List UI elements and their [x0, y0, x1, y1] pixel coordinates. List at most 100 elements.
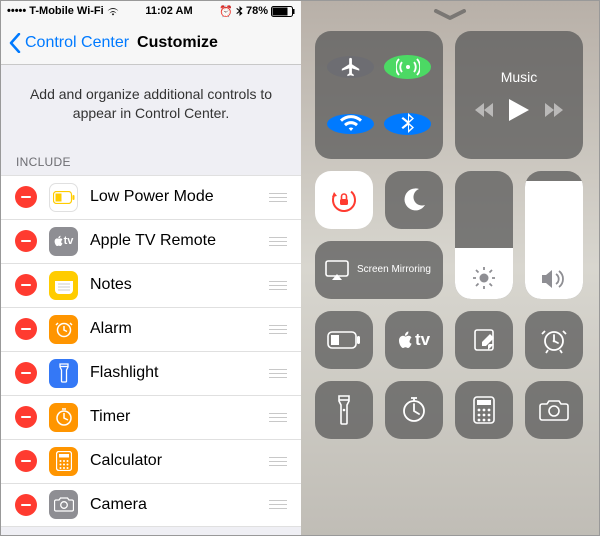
control-row: Calculator — [1, 439, 301, 483]
orientation-lock-icon — [329, 185, 359, 215]
wifi-toggle[interactable] — [327, 114, 374, 134]
low-power-button[interactable] — [315, 311, 373, 369]
flashlight-icon — [49, 359, 78, 388]
alarm-button[interactable] — [525, 311, 583, 369]
camera-icon — [49, 490, 78, 519]
mirroring-icon — [325, 260, 349, 280]
calculator-button[interactable] — [455, 381, 513, 439]
notes-icon — [472, 328, 496, 352]
low-power-icon — [327, 331, 361, 349]
notes-button[interactable] — [455, 311, 513, 369]
remove-button[interactable] — [15, 186, 37, 208]
reorder-handle[interactable] — [267, 230, 289, 252]
remove-button[interactable] — [15, 450, 37, 472]
timer-button[interactable] — [385, 381, 443, 439]
tv-remote-icon: tv — [49, 227, 78, 256]
description: Add and organize additional controls to … — [1, 65, 301, 149]
airplane-toggle[interactable] — [327, 56, 374, 78]
control-label: Alarm — [90, 320, 267, 338]
next-icon[interactable] — [545, 103, 563, 117]
airplane-icon — [340, 56, 362, 78]
carrier: T-Mobile Wi-Fi — [29, 5, 103, 17]
reorder-handle[interactable] — [267, 406, 289, 428]
connectivity-tile[interactable] — [315, 31, 443, 159]
play-icon[interactable] — [509, 99, 529, 121]
orientation-lock-button[interactable] — [315, 171, 373, 229]
moon-icon — [401, 187, 427, 213]
reorder-handle[interactable] — [267, 494, 289, 516]
settings-screen: ••••• T-Mobile Wi-Fi 11:02 AM ⏰ 78% Cont… — [1, 1, 301, 535]
camera-button[interactable] — [525, 381, 583, 439]
cellular-icon — [396, 55, 420, 79]
include-list: Low Power Mode tv Apple TV Remote Notes Alar… — [1, 175, 301, 527]
control-label: Camera — [90, 496, 267, 514]
reorder-handle[interactable] — [267, 362, 289, 384]
reorder-handle[interactable] — [267, 186, 289, 208]
flashlight-button[interactable] — [315, 381, 373, 439]
reorder-handle[interactable] — [267, 450, 289, 472]
control-row: Alarm — [1, 307, 301, 351]
control-label: Notes — [90, 276, 267, 294]
alarm-icon: ⏰ — [219, 5, 233, 18]
control-row: tv Apple TV Remote — [1, 219, 301, 263]
camera-icon — [539, 399, 569, 421]
status-bar: ••••• T-Mobile Wi-Fi 11:02 AM ⏰ 78% — [1, 1, 301, 21]
volume-slider[interactable] — [525, 171, 583, 299]
timer-icon — [400, 396, 428, 424]
appletv-icon: tv — [398, 330, 430, 350]
remove-button[interactable] — [15, 274, 37, 296]
control-row: Notes — [1, 263, 301, 307]
nav-bar: Control Center Customize — [1, 21, 301, 65]
tv-remote-button[interactable]: tv — [385, 311, 443, 369]
remove-button[interactable] — [15, 494, 37, 516]
cellular-toggle[interactable] — [384, 55, 431, 79]
remove-button[interactable] — [15, 318, 37, 340]
control-label: Timer — [90, 408, 267, 426]
bluetooth-toggle[interactable] — [384, 113, 431, 135]
remove-button[interactable] — [15, 230, 37, 252]
signal-icon: ••••• — [7, 5, 26, 17]
remove-button[interactable] — [15, 362, 37, 384]
music-tile[interactable]: Music — [455, 31, 583, 159]
volume-icon — [542, 269, 566, 289]
alarm-icon — [49, 315, 78, 344]
control-row: Low Power Mode — [1, 175, 301, 219]
reorder-handle[interactable] — [267, 274, 289, 296]
reorder-handle[interactable] — [267, 318, 289, 340]
music-label: Music — [501, 69, 538, 85]
timer-icon — [49, 403, 78, 432]
control-center-screen: Music S — [301, 1, 599, 535]
low-power-icon — [49, 183, 78, 212]
page-title: Customize — [137, 34, 218, 52]
back-button[interactable]: Control Center — [9, 33, 129, 53]
mirroring-label: Screen Mirroring — [357, 264, 431, 276]
battery-icon — [271, 6, 295, 17]
battery-pct: 78% — [246, 5, 268, 17]
notes-icon — [49, 271, 78, 300]
chevron-down-icon[interactable] — [432, 9, 468, 21]
control-label: Low Power Mode — [90, 188, 267, 206]
shortcut-grid: tv — [315, 311, 585, 439]
clock: 11:02 AM — [145, 5, 192, 17]
remove-button[interactable] — [15, 406, 37, 428]
control-row: Flashlight — [1, 351, 301, 395]
include-header: INCLUDE — [1, 149, 301, 175]
brightness-slider[interactable] — [455, 171, 513, 299]
alarm-icon — [540, 326, 568, 354]
control-row: Timer — [1, 395, 301, 439]
control-label: Flashlight — [90, 364, 267, 382]
control-label: Apple TV Remote — [90, 232, 267, 250]
prev-icon[interactable] — [475, 103, 493, 117]
control-row: Camera — [1, 483, 301, 527]
bluetooth-icon — [401, 113, 415, 135]
control-label: Calculator — [90, 452, 267, 470]
bluetooth-icon — [236, 6, 243, 17]
chevron-left-icon — [9, 33, 21, 53]
screen-mirroring-button[interactable]: Screen Mirroring — [315, 241, 443, 299]
back-label: Control Center — [25, 34, 129, 52]
wifi-icon — [107, 7, 119, 16]
calculator-icon — [49, 447, 78, 476]
do-not-disturb-button[interactable] — [385, 171, 443, 229]
calculator-icon — [473, 396, 495, 424]
brightness-icon — [473, 267, 495, 289]
